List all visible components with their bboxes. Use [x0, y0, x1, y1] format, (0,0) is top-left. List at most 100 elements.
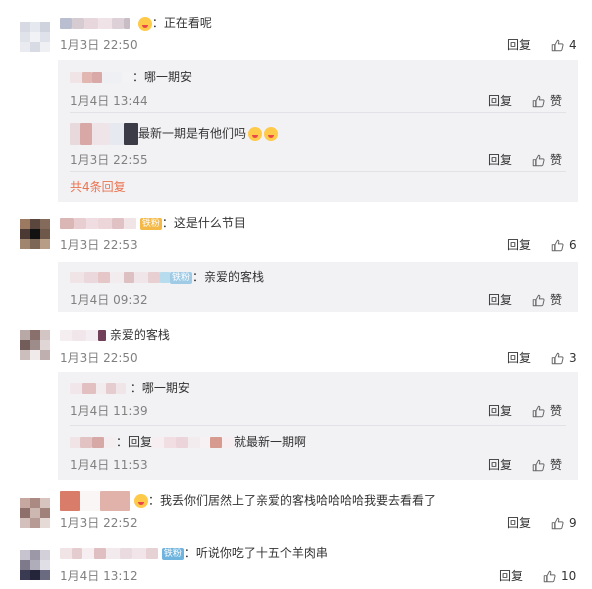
avatar[interactable] [20, 219, 50, 249]
reply-button[interactable]: 回复 [488, 94, 512, 108]
username[interactable] [152, 435, 235, 449]
reply-line: ：哪一期安 [70, 380, 190, 396]
username[interactable] [60, 328, 106, 342]
like-count: 10 [561, 569, 577, 583]
thumbs-up-icon [532, 95, 545, 107]
like-button[interactable]: 赞 [532, 404, 562, 418]
reply-item: ：哪一期安 1月4日 13:44 回复 赞 [70, 60, 566, 113]
like-label: 赞 [550, 293, 563, 307]
reply-button[interactable]: 回复 [507, 351, 531, 365]
like-button[interactable]: 6 [551, 238, 577, 252]
comment-text: 亲爱的客栈 [109, 328, 170, 342]
avatar[interactable] [20, 550, 50, 580]
comment-time: 1月3日 22:50 [60, 351, 138, 365]
username[interactable] [60, 16, 130, 30]
thumbs-up-icon [532, 294, 545, 306]
reply-line: ：回复 就最新一期啊 [70, 434, 306, 450]
comment-text: ：听说你吃了十五个羊肉串 [183, 546, 328, 560]
emoji-icon [248, 127, 263, 141]
reply-button[interactable]: 回复 [488, 153, 512, 167]
avatar[interactable] [20, 498, 50, 528]
like-button[interactable]: 9 [551, 516, 577, 530]
like-label: 赞 [550, 94, 563, 108]
reply-text: 最新一期是有他们吗 [138, 126, 247, 141]
reply-button[interactable]: 回复 [499, 569, 523, 583]
username[interactable] [60, 216, 136, 230]
comment-line: ：正在看呢 [60, 15, 212, 31]
thumbs-up-icon [532, 405, 545, 417]
username[interactable] [70, 123, 138, 145]
reply-line: 铁粉 ：亲爱的客栈 [70, 269, 264, 285]
comment-line: 铁粉 ：这是什么节目 [60, 215, 246, 231]
reply-time: 1月4日 09:32 [70, 293, 148, 307]
reply-button[interactable]: 回复 [488, 404, 512, 418]
like-button[interactable]: 4 [551, 38, 577, 52]
avatar[interactable] [20, 22, 50, 52]
username[interactable] [70, 435, 116, 449]
comment-item: 铁粉 ：听说你吃了十五个羊肉串 1月4日 13:12 回复 10 [0, 540, 592, 589]
reply-box: ：哪一期安 1月4日 11:39 回复 赞 ：回复 就最新一期啊 1月4日 11:… [58, 372, 578, 480]
comment-item: ：我丢你们居然上了亲爱的客栈哈哈哈哈我要去看看了 1月3日 22:52 回复 9 [0, 485, 592, 537]
like-button[interactable]: 3 [551, 351, 577, 365]
reply-time: 1月3日 22:55 [70, 153, 148, 167]
reply-text: ：亲爱的客栈 [192, 270, 265, 284]
reply-button[interactable]: 回复 [507, 516, 531, 530]
reply-prefix: ：回复 [116, 435, 153, 449]
comment-line: 亲爱的客栈 [60, 327, 170, 343]
fan-badge: 铁粉 [161, 547, 184, 560]
reply-button[interactable]: 回复 [507, 38, 531, 52]
reply-time: 1月4日 11:39 [70, 404, 148, 418]
like-button[interactable]: 10 [543, 569, 576, 583]
like-button[interactable]: 赞 [532, 293, 562, 307]
reply-button[interactable]: 回复 [488, 458, 512, 472]
emoji-icon [264, 127, 279, 141]
username[interactable] [70, 381, 126, 395]
like-button[interactable]: 赞 [532, 458, 562, 472]
thumbs-up-icon [551, 517, 564, 529]
comment-item: 铁粉 ：这是什么节目 1月3日 22:53 回复 6 [0, 210, 592, 260]
comment-item: 亲爱的客栈 1月3日 22:50 回复 3 [0, 322, 592, 372]
reply-item: 最新一期是有他们吗 1月3日 22:55 回复 赞 [70, 113, 566, 172]
divider [70, 171, 566, 172]
reply-text: ：哪一期安 [129, 381, 190, 395]
like-label: 赞 [550, 153, 563, 167]
thumbs-up-icon [551, 352, 564, 364]
reply-button[interactable]: 回复 [507, 238, 531, 252]
username[interactable] [70, 70, 132, 84]
like-count: 6 [569, 238, 577, 252]
like-button[interactable]: 赞 [532, 94, 562, 108]
username[interactable] [60, 491, 130, 511]
comment-line: 铁粉 ：听说你吃了十五个羊肉串 [60, 545, 328, 561]
thumbs-up-icon [532, 154, 545, 166]
like-count: 9 [569, 516, 577, 530]
fan-badge: 铁粉 [139, 217, 162, 230]
reply-button[interactable]: 回复 [488, 293, 512, 307]
more-replies-link[interactable]: 共4条回复 [70, 178, 126, 195]
comment-item: ：正在看呢 1月3日 22:50 回复 4 [0, 0, 592, 60]
reply-item: 铁粉 ：亲爱的客栈 1月4日 09:32 回复 赞 [70, 262, 566, 312]
like-label: 赞 [550, 458, 563, 472]
comment-time: 1月3日 22:52 [60, 516, 138, 530]
reply-item: ：哪一期安 1月4日 11:39 回复 赞 [70, 372, 566, 426]
comment-time: 1月4日 13:12 [60, 569, 138, 583]
reply-line: 最新一期是有他们吗 [70, 123, 279, 145]
fan-badge: 铁粉 [170, 271, 193, 284]
comment-time: 1月3日 22:50 [60, 38, 138, 52]
reply-box: 铁粉 ：亲爱的客栈 1月4日 09:32 回复 赞 [58, 262, 578, 312]
like-count: 4 [569, 38, 577, 52]
thumbs-up-icon [551, 39, 564, 51]
comment-text: ：正在看呢 [151, 16, 212, 30]
comment-line: ：我丢你们居然上了亲爱的客栈哈哈哈哈我要去看看了 [60, 491, 436, 511]
comment-time: 1月3日 22:53 [60, 238, 138, 252]
username[interactable] [70, 270, 170, 284]
emoji-icon [134, 494, 148, 508]
thumbs-up-icon [551, 239, 564, 251]
reply-box: ：哪一期安 1月4日 13:44 回复 赞 最新一期是有他们吗 1月3日 22:… [58, 60, 578, 202]
like-button[interactable]: 赞 [532, 153, 562, 167]
like-label: 赞 [550, 404, 563, 418]
reply-line: ：哪一期安 [70, 69, 192, 85]
username[interactable] [60, 546, 158, 560]
avatar[interactable] [20, 330, 50, 360]
like-count: 3 [569, 351, 577, 365]
thumbs-up-icon [543, 570, 556, 582]
